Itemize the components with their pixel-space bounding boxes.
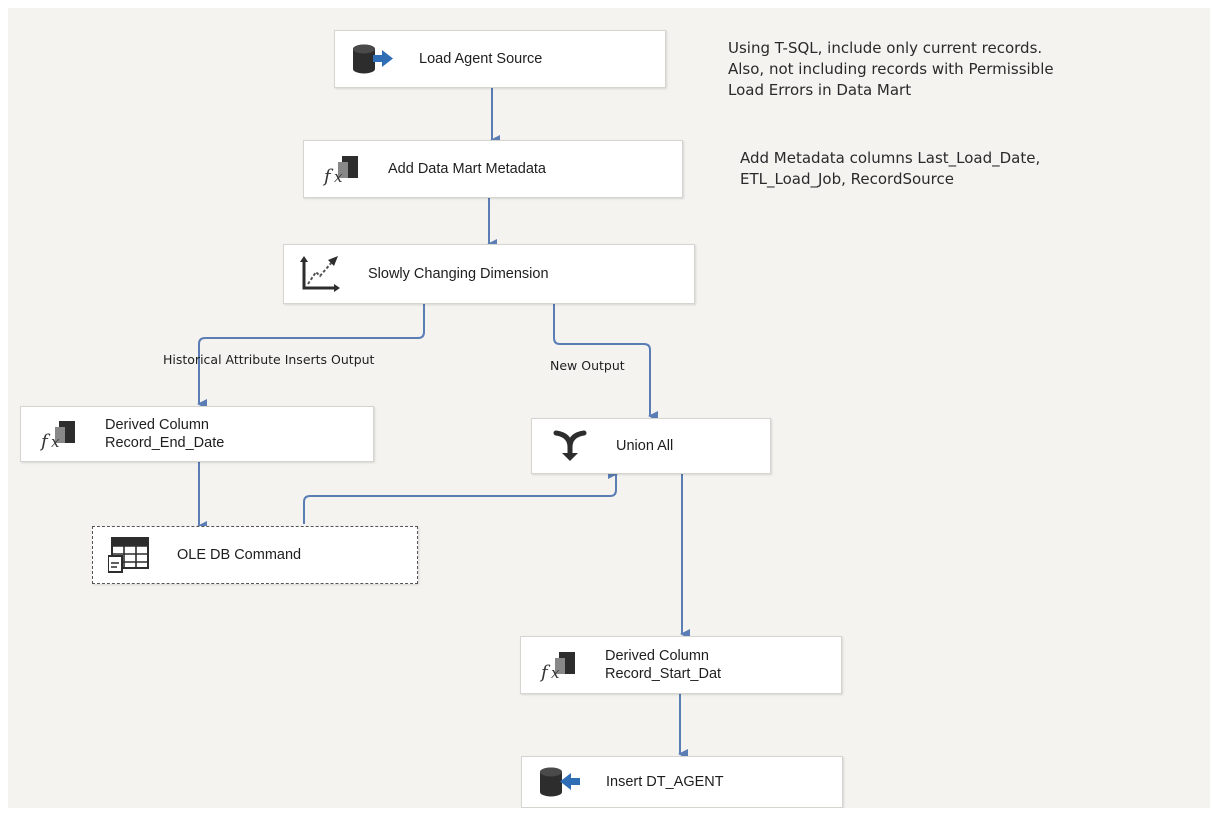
path-oledb-to-union (303, 469, 618, 524)
ole-db-command-label: OLE DB Command (177, 547, 302, 563)
insert-dt-agent-label: Insert DT_AGENT (606, 774, 724, 790)
svg-text:x: x (551, 664, 560, 682)
svg-text:x: x (334, 168, 343, 186)
fx-derived-column-icon: f x (35, 414, 83, 454)
insert-dt-agent-node[interactable]: Insert DT_AGENT (521, 756, 843, 808)
annotation-line: Also, not including records with Permiss… (728, 60, 1054, 78)
ole-db-command-icon (107, 535, 155, 575)
data-flow-canvas[interactable]: Load Agent Source f x Add Data Mart Meta… (8, 8, 1210, 808)
derived-column-record-start-date-node[interactable]: f x Derived Column Record_Start_Dat (520, 636, 842, 694)
derived-column-record-start-date-label: Derived Column Record_Start_Dat (605, 647, 721, 683)
svg-text:f: f (539, 662, 551, 682)
add-data-mart-metadata-node[interactable]: f x Add Data Mart Metadata (303, 140, 683, 198)
svg-text:f: f (39, 431, 51, 451)
annotation-line: Load Errors in Data Mart (728, 81, 912, 99)
annotation-line: Add Metadata columns Last_Load_Date, (740, 149, 1041, 167)
svg-text:x: x (51, 433, 60, 451)
annotation-line: Using T-SQL, include only current record… (728, 39, 1043, 57)
database-source-icon (349, 39, 397, 79)
annotation-source-query[interactable]: Using T-SQL, include only current record… (728, 38, 1054, 101)
derived-column-title: Derived Column (605, 648, 709, 664)
derived-column-title: Derived Column (105, 417, 209, 433)
union-all-label: Union All (616, 438, 674, 454)
database-destination-icon (536, 762, 584, 802)
annotation-line: ETL_Load_Job, RecordSource (740, 170, 954, 188)
record-end-date-name: Record_End_Date (105, 435, 225, 451)
add-data-mart-metadata-label: Add Data Mart Metadata (388, 161, 546, 177)
record-start-date-name: Record_Start_Dat (605, 666, 722, 682)
new-output-label: New Output (550, 358, 625, 373)
slowly-changing-dimension-icon (298, 254, 346, 294)
ole-db-command-node[interactable]: OLE DB Command (92, 526, 418, 584)
annotation-metadata-columns[interactable]: Add Metadata columns Last_Load_Date, ETL… (740, 148, 1040, 190)
derived-column-record-end-date-label: Derived Column Record_End_Date (105, 416, 224, 452)
slowly-changing-dimension-label: Slowly Changing Dimension (368, 266, 549, 282)
union-all-icon (546, 426, 594, 466)
derived-column-record-end-date-node[interactable]: f x Derived Column Record_End_Date (20, 406, 374, 462)
svg-text:f: f (322, 166, 334, 186)
union-all-node[interactable]: Union All (531, 418, 771, 474)
slowly-changing-dimension-node[interactable]: Slowly Changing Dimension (283, 244, 695, 304)
historical-attribute-inserts-output-label: Historical Attribute Inserts Output (163, 352, 375, 367)
load-agent-source-node[interactable]: Load Agent Source (334, 30, 666, 88)
fx-derived-column-icon: f x (318, 149, 366, 189)
fx-derived-column-icon: f x (535, 645, 583, 685)
load-agent-source-label: Load Agent Source (419, 51, 543, 67)
